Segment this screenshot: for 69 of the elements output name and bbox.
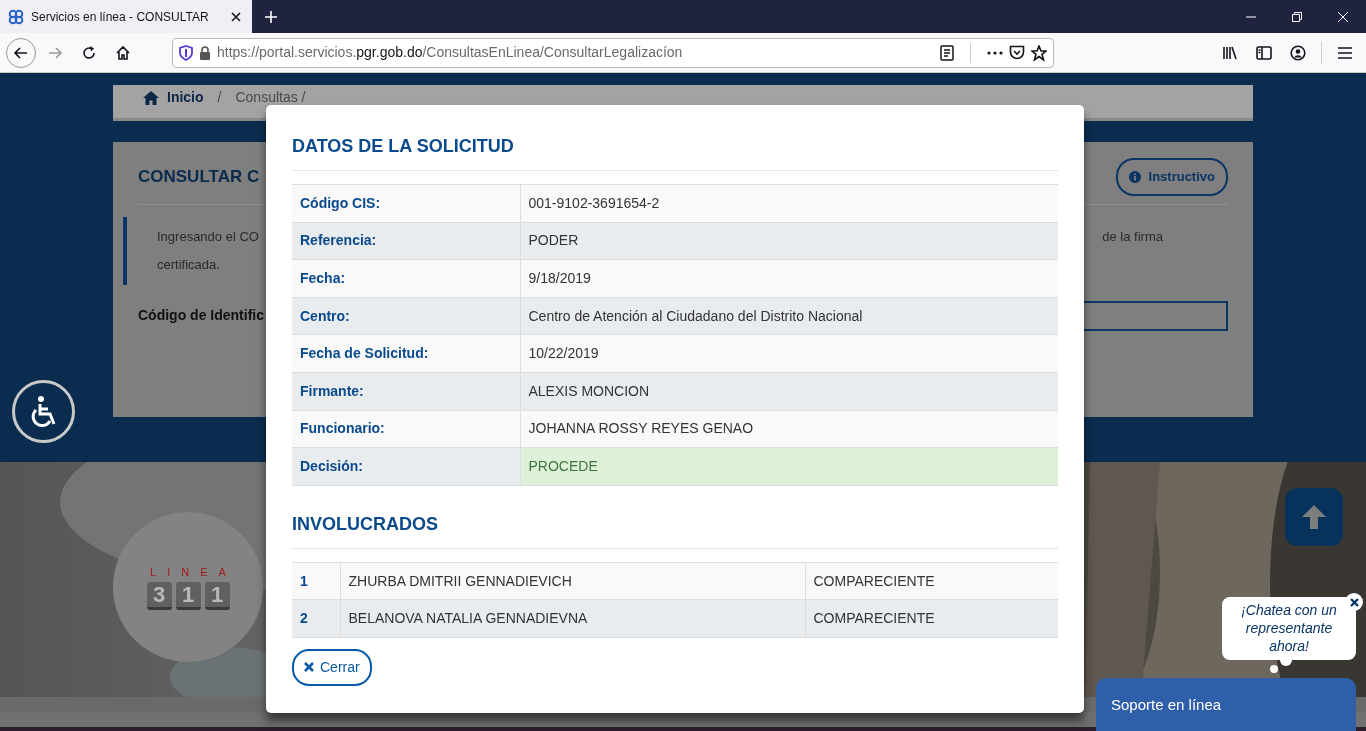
section-title: DATOS DE LA SOLICITUD xyxy=(292,133,1058,171)
close-icon xyxy=(1338,11,1348,22)
table-cell: COMPARECIENTE xyxy=(805,599,1058,638)
table-cell: BELANOVA NATALIA GENNADIEVNA xyxy=(340,599,805,638)
url-text: https://portal.servicios.pgr.gob.do/ConsultasEnLinea/ConsultarLegalizacíon xyxy=(217,43,684,62)
home-icon xyxy=(143,90,159,105)
detail-value: 001-9102-3691654-2 xyxy=(520,184,1058,223)
star-icon[interactable] xyxy=(1031,44,1047,61)
detail-value: Centro de Atención al Ciudadano del Distrito Nacional xyxy=(520,297,1058,335)
reader-view-icon[interactable] xyxy=(940,44,954,61)
close-button[interactable]: Cerrar xyxy=(292,648,372,686)
detail-label: Referencia: xyxy=(292,222,520,260)
close-icon xyxy=(1349,597,1359,607)
chat-bubble: ¡Chatea con un representante ahora! xyxy=(1222,597,1356,660)
scroll-top-button[interactable] xyxy=(1285,488,1343,546)
logo-key: 1 xyxy=(175,582,201,611)
sidebar-icon xyxy=(1256,45,1272,60)
support-chat-bar[interactable]: Soporte en línea xyxy=(1096,678,1356,731)
reload-icon xyxy=(81,44,97,61)
more-dots-icon[interactable] xyxy=(987,50,1003,55)
address-bar[interactable]: https://portal.servicios.pgr.gob.do/ConsultasEnLinea/ConsultarLegalizacíon xyxy=(172,37,1054,68)
plus-icon xyxy=(264,9,278,24)
restore-icon xyxy=(1292,11,1302,22)
intro-text: certificada. xyxy=(157,256,220,272)
table-cell: 1 xyxy=(292,562,340,600)
section-title: INVOLUCRADOS xyxy=(292,510,1058,549)
bubble-dot-icon xyxy=(1270,665,1278,673)
detail-value: PROCEDE xyxy=(520,447,1058,486)
home-icon xyxy=(115,44,131,61)
logo-text: LINEA xyxy=(150,564,237,580)
detail-label: Decisión: xyxy=(292,447,520,486)
pocket-icon[interactable] xyxy=(1009,45,1025,60)
tab-title: Servicios en línea - CONSULTAR xyxy=(31,8,210,26)
menu-icon xyxy=(1337,45,1353,60)
intro-text: de la firma xyxy=(1102,227,1163,246)
library-icon xyxy=(1222,44,1238,61)
table-cell: COMPARECIENTE xyxy=(805,562,1058,600)
browser-tab[interactable]: Servicios en línea - CONSULTAR xyxy=(0,0,252,33)
back-arrow-icon xyxy=(13,44,29,61)
info-icon xyxy=(1128,170,1141,183)
intro-text: Ingresando el CO xyxy=(157,227,259,246)
detail-label: Fecha de Solicitud: xyxy=(292,334,520,373)
detail-label: Funcionario: xyxy=(292,410,520,448)
breadcrumb-separator: / xyxy=(217,88,222,107)
arrow-up-icon xyxy=(1300,503,1328,531)
breadcrumb-item: Consultas / xyxy=(235,88,306,107)
detail-value: 10/22/2019 xyxy=(520,334,1058,373)
detail-label: Código CIS: xyxy=(292,184,520,223)
table-cell: 2 xyxy=(292,599,340,638)
page-title: CONSULTAR C xyxy=(138,166,260,188)
times-icon xyxy=(304,662,314,673)
forward-arrow-icon xyxy=(47,44,63,61)
home-link[interactable]: Inicio xyxy=(143,87,204,108)
logo-key: 1 xyxy=(204,582,230,611)
detail-label: Centro: xyxy=(292,297,520,335)
detail-label: Fecha: xyxy=(292,259,520,298)
detail-label: Firmante: xyxy=(292,372,520,411)
detail-value: PODER xyxy=(520,222,1058,260)
lock-icon xyxy=(199,45,211,60)
detail-value: JOHANNA ROSSY REYES GENAO xyxy=(520,410,1058,448)
table-cell: ZHURBA DMITRII GENNADIEVICH xyxy=(340,562,805,600)
shield-icon xyxy=(179,44,193,61)
detail-value: 9/18/2019 xyxy=(520,259,1058,298)
crossed-rings-icon xyxy=(8,8,24,25)
field-label: Código de Identific xyxy=(138,306,264,325)
detail-value: ALEXIS MONCION xyxy=(520,372,1058,411)
close-icon xyxy=(231,11,241,22)
account-icon xyxy=(1290,44,1306,61)
logo-key: 3 xyxy=(146,582,172,611)
